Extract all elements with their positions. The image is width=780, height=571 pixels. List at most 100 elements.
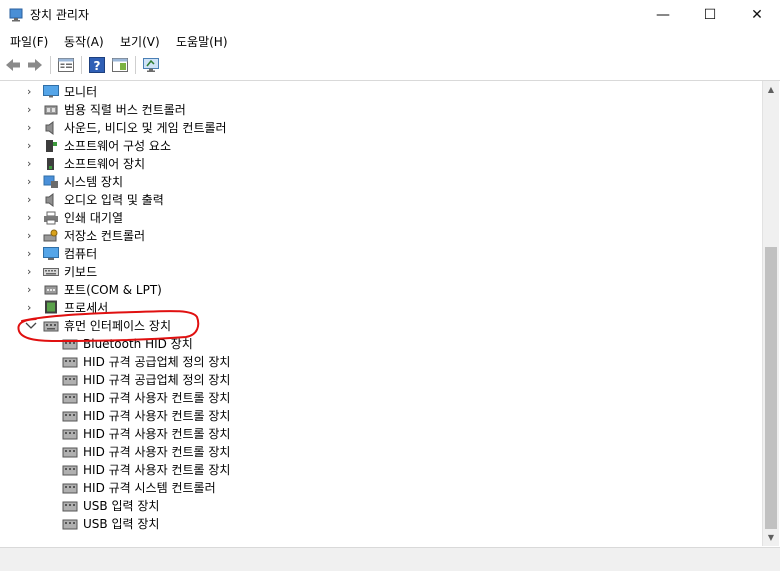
tree-child-label: HID 규격 사용자 컨트롤 장치 <box>83 427 231 441</box>
chevron-right-icon[interactable]: › <box>27 212 37 223</box>
scan-hardware-button[interactable] <box>142 56 160 74</box>
chevron-right-icon[interactable]: › <box>27 104 37 115</box>
tree-item-label: 오디오 입력 및 출력 <box>64 193 164 207</box>
maximize-icon: ☐ <box>703 7 717 23</box>
menu-file[interactable]: 파일(F) <box>10 33 48 50</box>
toolbar-separator <box>50 56 51 74</box>
tree-child-label: USB 입력 장치 <box>83 499 160 513</box>
menu-view[interactable]: 보기(V) <box>120 33 160 50</box>
maximize-button[interactable]: ☐ <box>687 0 733 30</box>
details-pane-button[interactable] <box>111 56 129 74</box>
back-arrow-icon <box>6 59 20 71</box>
scroll-down-arrow-icon[interactable]: ▼ <box>763 529 779 546</box>
tree-item-label: 컴퓨터 <box>64 247 98 261</box>
tree-item-label: 소프트웨어 구성 요소 <box>64 139 171 153</box>
toolbar: ? <box>0 51 780 81</box>
chevron-right-icon[interactable]: › <box>27 122 37 133</box>
hid-device-icon <box>62 501 78 512</box>
device-manager-icon <box>9 8 23 22</box>
tree-child-item[interactable]: USB 입력 장치 <box>0 497 760 515</box>
hid-device-icon <box>62 519 78 530</box>
tree-item-keyboard[interactable]: › 키보드 <box>0 263 760 281</box>
window-title: 장치 관리자 <box>30 8 90 22</box>
menu-action[interactable]: 동작(A) <box>64 33 104 50</box>
chevron-right-icon[interactable]: › <box>27 176 37 187</box>
monitor-icon <box>43 85 59 98</box>
tree-child-item[interactable]: HID 규격 사용자 컨트롤 장치 <box>0 425 760 443</box>
port-icon <box>44 285 58 295</box>
tree-child-label: HID 규격 공급업체 정의 장치 <box>83 355 231 369</box>
tree-item-print-queue[interactable]: › 인쇄 대기열 <box>0 209 760 227</box>
vertical-scrollbar[interactable]: ▲ ▼ <box>762 81 779 546</box>
audio-icon <box>45 193 54 207</box>
tree-item-software-device[interactable]: › 소프트웨어 장치 <box>0 155 760 173</box>
tree-child-label: HID 규격 시스템 컨트롤러 <box>83 481 216 495</box>
chevron-right-icon[interactable]: › <box>27 158 37 169</box>
back-button[interactable] <box>4 56 22 74</box>
tree-child-item[interactable]: HID 규격 사용자 컨트롤 장치 <box>0 461 760 479</box>
usb-controller-icon <box>44 105 58 115</box>
chevron-right-icon[interactable]: › <box>27 266 37 277</box>
tree-child-item[interactable]: HID 규격 공급업체 정의 장치 <box>0 353 760 371</box>
tree-item-label: 저장소 컨트롤러 <box>64 229 146 243</box>
status-bar <box>0 547 780 571</box>
scroll-up-arrow-icon[interactable]: ▲ <box>763 81 779 98</box>
hid-device-icon <box>62 483 78 494</box>
forward-button[interactable] <box>26 56 44 74</box>
red-highlight-annotation <box>17 310 200 343</box>
hid-device-icon <box>62 465 78 476</box>
tree-child-item[interactable]: USB 입력 장치 <box>0 515 760 533</box>
tree-item-monitor[interactable]: › 모니터 <box>0 83 760 101</box>
tree-child-item[interactable]: HID 규격 사용자 컨트롤 장치 <box>0 443 760 461</box>
tree-child-label: HID 규격 사용자 컨트롤 장치 <box>83 463 231 477</box>
tree-item-audio[interactable]: › 오디오 입력 및 출력 <box>0 191 760 209</box>
storage-controller-icon <box>43 229 58 242</box>
help-button[interactable]: ? <box>88 56 106 74</box>
hid-device-icon <box>62 429 78 440</box>
tree-child-item[interactable]: HID 규격 공급업체 정의 장치 <box>0 371 760 389</box>
tree-item-storage-controller[interactable]: › 저장소 컨트롤러 <box>0 227 760 245</box>
tree-item-label: 범용 직렬 버스 컨트롤러 <box>64 103 186 117</box>
system-device-icon <box>43 175 58 188</box>
tree-child-item[interactable]: HID 규격 사용자 컨트롤 장치 <box>0 389 760 407</box>
speaker-icon <box>45 121 54 135</box>
details-pane-icon <box>112 58 128 72</box>
tree-item-label: 소프트웨어 장치 <box>64 157 146 171</box>
scrollbar-thumb[interactable] <box>765 247 777 529</box>
forward-arrow-icon <box>28 59 42 71</box>
tree-item-label: 포트(COM & LPT) <box>64 283 162 297</box>
tree-child-label: HID 규격 사용자 컨트롤 장치 <box>83 445 231 459</box>
close-button[interactable]: ✕ <box>734 0 780 30</box>
tree-child-item[interactable]: HID 규격 시스템 컨트롤러 <box>0 479 760 497</box>
chevron-right-icon[interactable]: › <box>27 284 37 295</box>
tree-item-software-component[interactable]: › 소프트웨어 구성 요소 <box>0 137 760 155</box>
menu-help[interactable]: 도움말(H) <box>176 33 228 50</box>
tree-child-item[interactable]: HID 규격 사용자 컨트롤 장치 <box>0 407 760 425</box>
tree-child-label: HID 규격 사용자 컨트롤 장치 <box>83 409 231 423</box>
chevron-right-icon[interactable]: › <box>27 248 37 259</box>
chevron-right-icon[interactable]: › <box>27 140 37 151</box>
menu-bar: 파일(F) 동작(A) 보기(V) 도움말(H) <box>0 30 780 51</box>
minimize-button[interactable]: — <box>640 0 686 30</box>
hid-device-icon <box>62 411 78 422</box>
chevron-right-icon[interactable]: › <box>27 230 37 241</box>
tree-item-usb-controller[interactable]: › 범용 직렬 버스 컨트롤러 <box>0 101 760 119</box>
chevron-right-icon[interactable]: › <box>27 194 37 205</box>
hid-device-icon <box>62 375 78 386</box>
tree-item-port[interactable]: › 포트(COM & LPT) <box>0 281 760 299</box>
hid-device-icon <box>62 357 78 368</box>
properties-button[interactable] <box>57 56 75 74</box>
tree-item-sound[interactable]: › 사운드, 비디오 및 게임 컨트롤러 <box>0 119 760 137</box>
tree-child-label: HID 규격 사용자 컨트롤 장치 <box>83 391 231 405</box>
tree-child-label: HID 규격 공급업체 정의 장치 <box>83 373 231 387</box>
tree-item-label: 모니터 <box>64 85 98 99</box>
tree-item-computer[interactable]: › 컴퓨터 <box>0 245 760 263</box>
chevron-right-icon[interactable]: › <box>27 86 37 97</box>
tree-child-label: USB 입력 장치 <box>83 517 160 531</box>
toolbar-separator <box>135 56 136 74</box>
tree-item-system-device[interactable]: › 시스템 장치 <box>0 173 760 191</box>
help-icon: ? <box>89 57 105 73</box>
minimize-icon: — <box>656 7 670 23</box>
hid-device-icon <box>62 447 78 458</box>
monitor-scan-icon <box>143 58 159 72</box>
